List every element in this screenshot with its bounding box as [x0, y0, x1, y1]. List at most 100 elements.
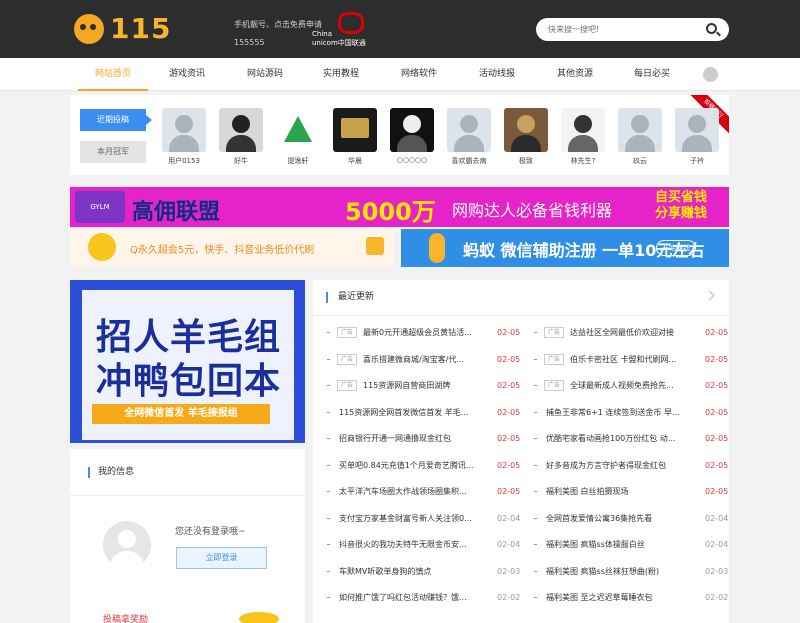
news-title[interactable]: 招商银行开通一网通撸现金红包 — [339, 432, 487, 446]
contributor[interactable]: 好牛 — [218, 108, 264, 166]
news-item[interactable]: 广告 达益社区全网最低价欢迎对接 02-05 — [534, 326, 728, 340]
bullet-icon — [534, 332, 537, 333]
news-item[interactable]: 广告 全球最新成人视频免费抢先... 02-05 — [534, 379, 728, 393]
contributor[interactable]: 喜欢霸去病 — [446, 108, 492, 166]
site-logo[interactable]: 115 — [74, 12, 170, 46]
news-item[interactable]: 115资源网全网首发微信首发 羊毛... 02-05 — [327, 406, 520, 420]
news-item[interactable]: 太平洋汽车场圈大作战领场圈集积... 02-05 — [327, 485, 521, 499]
bullet-icon — [534, 438, 537, 439]
ad-badge: 广告 — [544, 327, 565, 338]
news-title[interactable]: 伯乐卡密社区 卡盟和代刷网... — [570, 353, 696, 367]
news-title[interactable]: 优酷宅家看动画抢100万份红包 动... — [546, 432, 696, 446]
nav-item-tutorials[interactable]: 实用教程 — [306, 58, 376, 91]
news-item[interactable]: 支付宝万家基金财富号新人关注领0... 02-04 — [327, 512, 520, 526]
news-title[interactable]: 最新0元开通超级会员黄钻活... — [363, 326, 487, 340]
news-item[interactable]: 车默MV听歌单身狗的慎点 02-03 — [327, 565, 520, 579]
news-item[interactable]: 广告 喜乐搭建微商城/淘宝客/代... 02-05 — [327, 353, 521, 367]
banner-qq-ad[interactable]: Q永久超会5元，快手、抖音业务低价代刷 — [70, 229, 395, 267]
news-item[interactable]: 捕鱼王非常6+1 连续签到送金币 早... 02-05 — [534, 406, 728, 420]
news-item[interactable]: 抖音很火的我功夫特牛无限金币安... 02-04 — [327, 538, 520, 552]
bullet-icon — [327, 570, 330, 572]
contributor[interactable]: 林先生? — [560, 108, 606, 166]
news-title[interactable]: 达益社区全网最低价欢迎对接 — [570, 326, 696, 340]
news-title[interactable]: 抖音很火的我功夫特牛无限金币安... — [339, 538, 487, 552]
news-item[interactable]: 如何推广饿了吗红包活动赚钱？饿... 02-02 — [327, 591, 520, 605]
news-title[interactable]: 福利美图 白丝拍摄现场 — [546, 485, 696, 499]
news-item[interactable]: 买单吧0.84元充值1个月爱奇艺腾讯... 02-05 — [327, 459, 520, 473]
news-date: 02-05 — [497, 354, 521, 364]
tab-month-champion[interactable]: 本月冠军 — [80, 141, 146, 163]
promo-line1: 手机靓号、点击免费申请 — [234, 20, 322, 29]
news-title[interactable]: 捕鱼王非常6+1 连续签到送金币 早... — [546, 406, 696, 420]
news-item[interactable]: 好多音成为方言守护者得现金红包 02-05 — [534, 459, 728, 473]
news-item[interactable]: 福利美图 疯猫ss体操服白丝 02-04 — [534, 538, 728, 552]
news-title[interactable]: 车默MV听歌单身狗的慎点 — [339, 565, 487, 579]
tab-recent-contributions[interactable]: 近期投稿 — [80, 109, 152, 131]
contributor[interactable]: 华晨 — [332, 108, 378, 166]
news-item[interactable]: 广告 伯乐卡密社区 卡盟和代刷网... 02-05 — [534, 353, 728, 367]
news-item[interactable]: 福利美图 疯猫ss丝袜狂想曲(粉) 02-03 — [534, 565, 728, 579]
news-title[interactable]: 福利美图 疯猫ss体操服白丝 — [546, 538, 696, 552]
news-title[interactable]: 115资源网自营商田湖牌 — [363, 379, 487, 393]
news-item[interactable]: 招商银行开通一网通撸现金红包 02-05 — [327, 432, 520, 446]
contributor[interactable]: 子衿 — [674, 108, 720, 166]
avatar — [675, 108, 719, 152]
ad-badge: 广告 — [544, 353, 565, 365]
news-title[interactable]: 支付宝万家基金财富号新人关注领0... — [339, 512, 487, 526]
news-title[interactable]: 全球最新成人视频免费抢先... — [570, 379, 696, 393]
avatar — [618, 108, 662, 152]
news-item[interactable]: 广告 115资源网自营商田湖牌 02-05 — [327, 379, 520, 393]
news-title[interactable]: 福利美图 疯猫ss丝袜狂想曲(粉) — [546, 565, 696, 579]
contributor[interactable]: ○○○○○ — [389, 108, 435, 164]
news-date: 02-05 — [497, 487, 521, 496]
contribute-reward-link[interactable]: 投稿拿奖励 — [103, 612, 148, 623]
nav-item-other[interactable]: 其他资源 — [540, 58, 610, 91]
contributor[interactable]: 极致 — [503, 108, 549, 166]
news-item[interactable]: 福利美图 至之迟迟草莓睡衣包 02-02 — [534, 591, 728, 605]
bullet-icon — [534, 385, 537, 386]
news-title[interactable]: 福利美图 至之迟迟草莓睡衣包 — [546, 591, 696, 605]
news-item[interactable]: 优酷宅家看动画抢100万份红包 动... 02-05 — [534, 432, 728, 446]
nav-item-software[interactable]: 网络软件 — [384, 58, 454, 91]
nav-item-daily-buy[interactable]: 每日必买 — [617, 58, 687, 91]
nav-item-source-code[interactable]: 网站源码 — [230, 58, 300, 91]
news-item[interactable]: 广告 最新0元开通超级会员黄钻活... 02-05 — [327, 326, 521, 340]
news-title[interactable]: 买单吧0.84元充值1个月爱奇艺腾讯... — [339, 459, 487, 473]
news-date: 02-03 — [705, 566, 729, 576]
main-nav: 网站首页 游戏资讯 网站源码 实用教程 网络软件 活动线报 其他资源 每日必买 — [0, 58, 800, 91]
banner-ant-ad[interactable]: 蚂蚁 微信辅助注册 一单10元左右 开始赚钱 — [401, 229, 729, 267]
search-input[interactable] — [548, 22, 698, 37]
banner-gylm-ad[interactable]: GYLM 高佣联盟 5000万 网购达人必备省钱利器 自买省钱 分享赚钱 — [70, 187, 729, 227]
nav-item-home[interactable]: 网站首页 — [78, 58, 148, 91]
contributor-name: 极致 — [519, 157, 533, 165]
nav-item-activities[interactable]: 活动线报 — [462, 58, 532, 91]
chevron-right-icon[interactable] — [704, 290, 715, 301]
contributor[interactable]: 用户0153 — [161, 108, 207, 166]
contributor-name: ○○○○○ — [396, 156, 428, 164]
news-title[interactable]: 如何推广饿了吗红包活动赚钱？饿... — [339, 591, 487, 605]
news-date: 02-05 — [497, 328, 521, 337]
news-title[interactable]: 喜乐搭建微商城/淘宝客/代... — [363, 353, 487, 367]
news-title[interactable]: 好多音成为方言守护者得现金红包 — [546, 459, 696, 473]
contributor[interactable]: 玖云 — [617, 108, 663, 166]
divider — [70, 495, 305, 496]
news-title[interactable]: 115资源网全网首发微信首发 羊毛... — [339, 406, 487, 420]
avatar — [390, 108, 434, 152]
contributor-name: 喜欢霸去病 — [451, 157, 487, 165]
contributor-name: 玖云 — [633, 157, 647, 165]
news-item[interactable]: 全网首发爱情公寓36集抢先看 02-04 — [534, 512, 728, 526]
recruit-poster[interactable]: 招人羊毛组 冲鸭包回本 全网微信首发 羊毛接报组 — [70, 280, 305, 443]
news-item[interactable]: 福利美图 白丝拍摄现场 02-05 — [534, 485, 728, 499]
search-icon[interactable] — [706, 23, 717, 34]
bullet-icon — [534, 570, 537, 572]
news-title[interactable]: 太平洋汽车场圈大作战领场圈集积... — [339, 485, 487, 499]
ad-badge: 广告 — [337, 353, 358, 365]
phone-number-promo[interactable]: 手机靓号、点击免费申请 155555 — [234, 16, 322, 52]
nav-item-game-news[interactable]: 游戏资讯 — [152, 58, 222, 91]
contributor[interactable]: 提逸轩 — [275, 108, 321, 166]
contributor-name: 林先生? — [570, 157, 596, 165]
login-button[interactable]: 立即登录 — [176, 547, 267, 569]
news-title[interactable]: 全网首发爱情公寓36集抢先看 — [546, 512, 696, 526]
user-avatar-icon[interactable] — [703, 67, 718, 82]
start-earning-button[interactable]: 开始赚钱 — [656, 240, 696, 256]
